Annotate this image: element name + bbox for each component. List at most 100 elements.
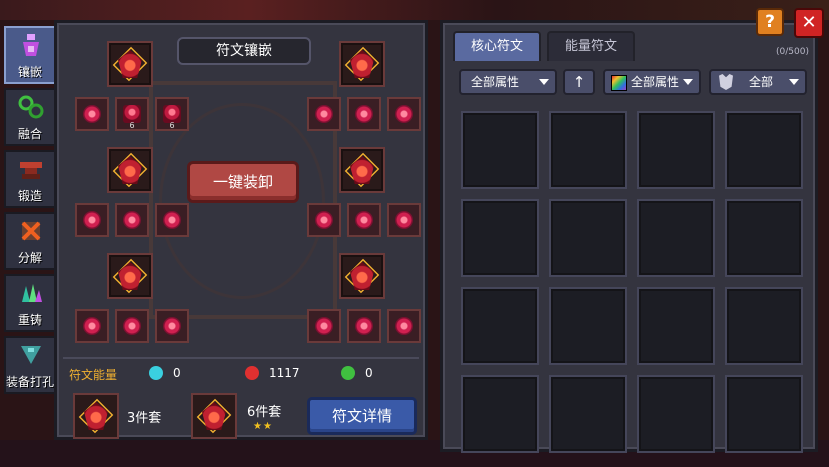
energy-rune-slot[interactable] [75, 309, 109, 343]
energy-rune-slot[interactable] [115, 203, 149, 237]
potion-icon [18, 32, 44, 58]
six-piece-set-slot[interactable] [191, 393, 237, 439]
close-button[interactable]: ✕ [794, 8, 824, 38]
energy-rune-slot[interactable] [115, 309, 149, 343]
rune-gem-icon [315, 317, 333, 335]
cross-hammer-icon [18, 218, 44, 244]
slot-number: 6 [129, 121, 135, 130]
red-energy-icon [245, 366, 259, 380]
one-click-unequip-button[interactable]: 一键装卸 [187, 161, 299, 203]
rune-gem-icon [83, 211, 101, 229]
rune-gem-icon [123, 211, 141, 229]
energy-rune-slot[interactable] [347, 203, 381, 237]
rune-gem-icon [83, 317, 101, 335]
rainbow-icon [611, 75, 627, 91]
rune-energy-bar: 符文能量 0 1117 0 [63, 357, 419, 389]
color-filter-dropdown[interactable]: 全部属性 [603, 69, 701, 95]
inventory-slot[interactable] [461, 111, 539, 189]
green-energy-icon [341, 366, 355, 380]
inventory-slot[interactable] [461, 199, 539, 277]
rune-detail-button[interactable]: 符文详情 [307, 397, 417, 435]
rune-gem-icon [355, 211, 373, 229]
energy-rune-slot[interactable] [155, 203, 189, 237]
sidebar-item-dismantle[interactable]: 分解 [4, 212, 56, 270]
energy-rune-slot[interactable] [387, 97, 421, 131]
rune-gem-icon [315, 211, 333, 229]
color-filter-label: 全部属性 [631, 75, 680, 89]
tab-energy-runes[interactable]: 能量符文 [547, 31, 635, 61]
rune-inlay-panel: 6 6 符文镶嵌 一键装卸 符文能量 0 1117 0 3件套 6件套 ★★ 符… [54, 20, 428, 440]
type-filter-dropdown[interactable]: 全部 [709, 69, 807, 95]
three-piece-set-slot[interactable] [73, 393, 119, 439]
inventory-grid [461, 111, 805, 453]
inventory-slot[interactable] [461, 287, 539, 365]
inventory-slot[interactable] [637, 199, 715, 277]
sidebar-item-label: 融合 [17, 127, 42, 141]
three-piece-set-label: 3件套 [127, 411, 162, 426]
chevron-down-icon [789, 79, 799, 85]
sidebar-item-label: 锻造 [17, 189, 42, 203]
inventory-count: (0/500) [776, 47, 809, 57]
energy-rune-slot[interactable]: 6 [115, 97, 149, 131]
green-energy-value: 0 [365, 366, 373, 380]
chevron-down-icon [539, 79, 549, 85]
mask-icon [719, 74, 733, 90]
inventory-slot[interactable] [725, 111, 803, 189]
energy-rune-slot[interactable]: 6 [155, 97, 189, 131]
energy-rune-slot[interactable] [307, 97, 341, 131]
inventory-slot[interactable] [549, 199, 627, 277]
set-bonus-row: 3件套 6件套 ★★ 符文详情 [63, 391, 419, 441]
energy-rune-slot[interactable] [307, 203, 341, 237]
energy-rune-slot[interactable] [75, 203, 109, 237]
rune-gem-icon [163, 317, 181, 335]
core-rune-slot[interactable] [107, 147, 153, 193]
rune-inventory-panel: 核心符文 能量符文 (0/500) 全部属性 ↑ 全部属性 全部 [440, 20, 818, 453]
drill-icon [18, 342, 44, 368]
anvil-icon [18, 156, 44, 182]
energy-rune-slot[interactable] [347, 97, 381, 131]
sidebar-item-socket[interactable]: 装备打孔 [4, 336, 56, 394]
energy-rune-slot[interactable] [155, 309, 189, 343]
energy-rune-slot[interactable] [387, 203, 421, 237]
six-piece-set-label: 6件套 [247, 405, 282, 420]
inventory-slot[interactable] [637, 375, 715, 453]
background-top [0, 0, 829, 20]
core-rune-slot[interactable] [107, 253, 153, 299]
core-rune-slot[interactable] [339, 41, 385, 87]
sidebar-item-forge[interactable]: 锻造 [4, 150, 56, 208]
energy-rune-slot[interactable] [75, 97, 109, 131]
energy-rune-slot[interactable] [347, 309, 381, 343]
inventory-slot[interactable] [549, 111, 627, 189]
sidebar-item-inlay[interactable]: 镶嵌 [4, 26, 56, 84]
core-rune-slot[interactable] [339, 147, 385, 193]
inventory-slot[interactable] [549, 287, 627, 365]
inventory-slot[interactable] [549, 375, 627, 453]
energy-rune-slot[interactable] [387, 309, 421, 343]
sidebar-item-label: 重铸 [17, 313, 42, 327]
inventory-slot[interactable] [725, 199, 803, 277]
core-rune-slot[interactable] [107, 41, 153, 87]
sidebar-item-fusion[interactable]: 融合 [4, 88, 56, 146]
tab-core-runes[interactable]: 核心符文 [453, 31, 541, 61]
inventory-slot[interactable] [637, 287, 715, 365]
type-filter-label: 全部 [749, 75, 774, 89]
set-stars: ★★ [253, 421, 273, 432]
chevron-down-icon [683, 79, 693, 85]
inventory-slot[interactable] [725, 287, 803, 365]
energy-label: 符文能量 [69, 368, 118, 382]
sidebar-item-recast[interactable]: 重铸 [4, 274, 56, 332]
inventory-slot[interactable] [637, 111, 715, 189]
filter-row: 全部属性 ↑ 全部属性 全部 [451, 67, 813, 97]
inventory-slot[interactable] [725, 375, 803, 453]
sidebar-item-label: 分解 [17, 251, 42, 265]
crystal-icon [18, 280, 44, 306]
sidebar-item-label: 镶嵌 [17, 65, 42, 79]
attribute-filter-dropdown[interactable]: 全部属性 [459, 69, 557, 95]
rune-gem-icon [163, 211, 181, 229]
sort-button[interactable]: ↑ [563, 69, 595, 95]
core-rune-slot[interactable] [339, 253, 385, 299]
inventory-slot[interactable] [461, 375, 539, 453]
help-button[interactable]: ? [756, 8, 784, 36]
energy-rune-slot[interactable] [307, 309, 341, 343]
blue-energy-icon [149, 366, 163, 380]
